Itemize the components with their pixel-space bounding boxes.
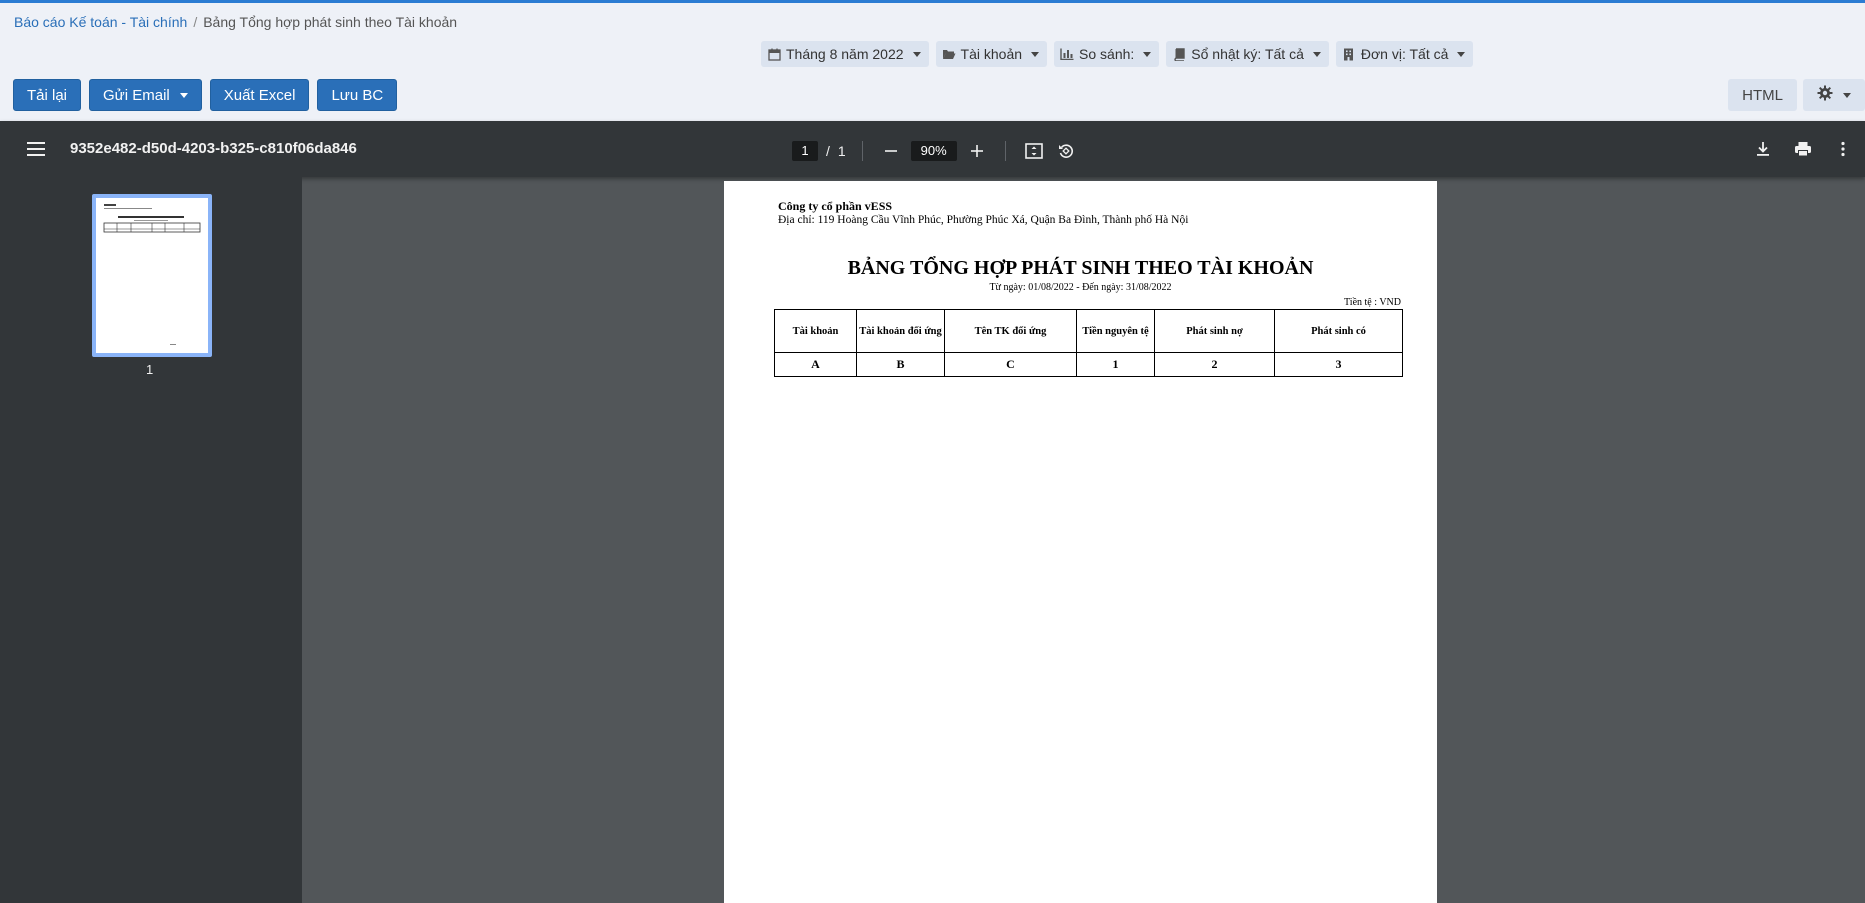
- period-filter-dropdown[interactable]: Tháng 8 năm 2022: [761, 41, 929, 67]
- pdf-right-tools: [1751, 137, 1855, 161]
- breadcrumb-separator: /: [193, 14, 198, 30]
- more-options-icon[interactable]: [1831, 137, 1855, 161]
- fit-page-icon[interactable]: [1022, 139, 1046, 163]
- top-accent-line: [0, 0, 1865, 3]
- download-icon[interactable]: [1751, 137, 1775, 161]
- table-cell: 1: [1076, 352, 1155, 377]
- table-cell: B: [856, 352, 945, 377]
- filter-bar: Tháng 8 năm 2022 Tài khoản So sánh: Sổ n…: [761, 41, 1474, 67]
- breadcrumb-parent-link[interactable]: Báo cáo Kế toán - Tài chính: [14, 14, 187, 30]
- building-icon: [1342, 47, 1356, 61]
- chevron-down-icon: [1312, 51, 1321, 57]
- company-name: Công ty cổ phần vESS: [778, 199, 893, 213]
- action-bar: Tải lại Gửi Email Xuất Excel Lưu BC: [13, 79, 398, 111]
- export-excel-button[interactable]: Xuất Excel: [209, 79, 310, 111]
- document-title: 9352e482-d50d-4203-b325-c810f06da846: [70, 140, 357, 157]
- page-number-input[interactable]: 1: [792, 141, 818, 161]
- chevron-down-icon: [1843, 92, 1851, 98]
- page-controls: 1 / 1 90%: [792, 139, 1078, 163]
- page-thumbnail[interactable]: [92, 194, 212, 357]
- unit-filter-label: Đơn vị: Tất cả: [1360, 46, 1449, 62]
- chevron-down-icon: [1143, 51, 1152, 57]
- period-filter-label: Tháng 8 năm 2022: [786, 46, 904, 62]
- thumbnail-page-number: 1: [146, 362, 154, 377]
- thumbnail-sidebar: 1: [0, 177, 302, 903]
- page-total: 1: [837, 143, 846, 159]
- calendar-icon: [767, 47, 781, 61]
- toolbar-divider: [1004, 141, 1006, 161]
- table-cell: 3: [1274, 352, 1403, 377]
- print-icon[interactable]: [1791, 137, 1815, 161]
- account-filter-dropdown[interactable]: Tài khoản: [935, 41, 1048, 67]
- compare-filter-dropdown[interactable]: So sánh:: [1054, 41, 1160, 67]
- report-table: Tài khoản Tài khoản đối ứng Tên TK đối ứ…: [774, 309, 1403, 377]
- column-header-contra-account: Tài khoản đối ứng: [856, 309, 945, 353]
- bar-chart-icon: [1060, 47, 1074, 61]
- chevron-down-icon: [1457, 51, 1466, 57]
- compare-filter-label: So sánh:: [1079, 46, 1135, 62]
- column-header-account: Tài khoản: [774, 309, 857, 353]
- chevron-down-icon: [179, 92, 188, 98]
- zoom-out-icon[interactable]: [879, 139, 903, 163]
- breadcrumb-current: Bảng Tổng hợp phát sinh theo Tài khoản: [203, 14, 458, 30]
- gear-icon: [1817, 85, 1833, 105]
- right-action-bar: HTML: [1728, 79, 1865, 111]
- folder-open-icon: [942, 47, 956, 61]
- report-page: Công ty cổ phần vESS Địa chỉ: 119 Hoàng …: [724, 181, 1437, 903]
- unit-filter-dropdown[interactable]: Đơn vị: Tất cả: [1335, 41, 1474, 67]
- report-currency: Tiền tệ : VND: [1344, 297, 1401, 308]
- account-filter-label: Tài khoản: [960, 46, 1023, 62]
- zoom-in-icon[interactable]: [965, 139, 989, 163]
- column-header-original-currency: Tiền nguyên tệ: [1076, 309, 1155, 353]
- table-code-row: A B C 1 2 3: [774, 352, 1403, 377]
- reload-button[interactable]: Tải lại: [13, 79, 82, 111]
- book-icon: [1172, 47, 1186, 61]
- table-header-row: Tài khoản Tài khoản đối ứng Tên TK đối ứ…: [774, 309, 1403, 353]
- send-email-button[interactable]: Gửi Email: [89, 79, 202, 111]
- table-cell: C: [944, 352, 1077, 377]
- send-email-label: Gửi Email: [103, 86, 170, 104]
- pdf-toolbar: 9352e482-d50d-4203-b325-c810f06da846 1 /…: [0, 121, 1865, 177]
- save-report-button[interactable]: Lưu BC: [317, 79, 398, 111]
- table-cell: 2: [1154, 352, 1275, 377]
- html-view-button[interactable]: HTML: [1728, 79, 1797, 111]
- company-address: Địa chỉ: 119 Hoàng Cầu Vĩnh Phúc, Phường…: [778, 214, 1189, 226]
- column-header-credit: Phát sinh có: [1274, 309, 1403, 353]
- zoom-level-input[interactable]: 90%: [910, 141, 957, 161]
- toolbar-divider: [861, 141, 863, 161]
- rotate-icon[interactable]: [1054, 139, 1078, 163]
- journal-filter-dropdown[interactable]: Sổ nhật ký: Tất cả: [1166, 41, 1329, 67]
- chevron-down-icon: [912, 51, 921, 57]
- column-header-contra-account-name: Tên TK đối ứng: [944, 309, 1077, 353]
- report-title: BẢNG TỔNG HỢP PHÁT SINH THEO TÀI KHOẢN: [847, 257, 1314, 279]
- report-date-range: Từ ngày: 01/08/2022 - Đến ngày: 31/08/20…: [989, 282, 1172, 293]
- page-separator: /: [826, 143, 830, 159]
- chevron-down-icon: [1031, 51, 1040, 57]
- menu-icon[interactable]: [27, 142, 45, 156]
- breadcrumb: Báo cáo Kế toán - Tài chính / Bảng Tổng …: [14, 14, 457, 30]
- table-cell: A: [774, 352, 857, 377]
- column-header-debit: Phát sinh nợ: [1154, 309, 1275, 353]
- journal-filter-label: Sổ nhật ký: Tất cả: [1191, 46, 1304, 62]
- pdf-viewer: 9352e482-d50d-4203-b325-c810f06da846 1 /…: [0, 121, 1865, 903]
- settings-dropdown-button[interactable]: [1803, 79, 1865, 111]
